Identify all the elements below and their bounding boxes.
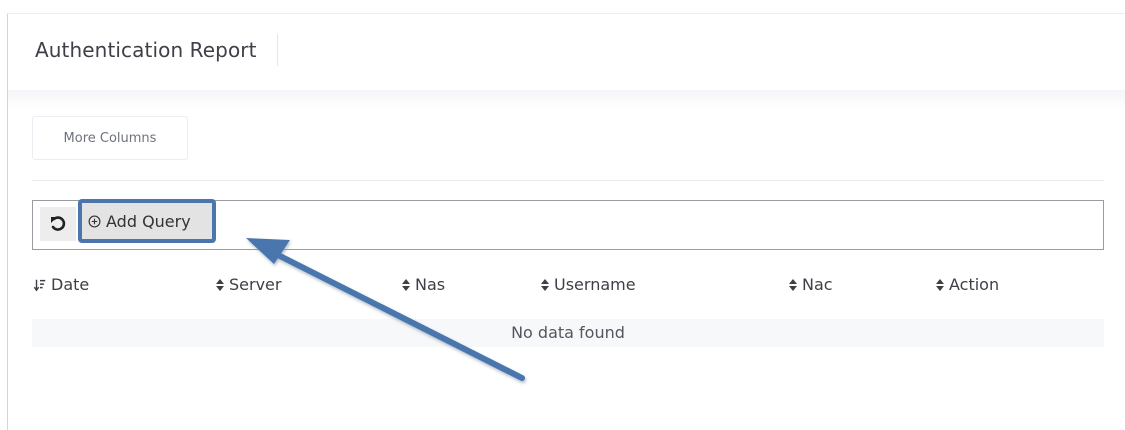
column-header-action[interactable]: Action xyxy=(935,273,999,297)
more-columns-button[interactable]: More Columns xyxy=(32,116,188,160)
add-query-button[interactable]: Add Query xyxy=(78,199,216,243)
column-label-server: Server xyxy=(229,275,282,294)
undo-icon xyxy=(51,216,66,231)
plus-circle-icon xyxy=(88,215,101,227)
sort-icon xyxy=(402,279,410,291)
sort-icon xyxy=(541,279,549,291)
reset-query-button[interactable] xyxy=(40,207,76,241)
sort-icon xyxy=(789,279,797,291)
column-label-nac: Nac xyxy=(802,275,833,294)
sort-icon xyxy=(936,279,944,291)
column-label-action: Action xyxy=(949,275,1000,294)
empty-table-row: No data found xyxy=(32,319,1104,347)
column-header-nas[interactable]: Nas xyxy=(401,273,445,297)
sort-icon xyxy=(216,279,224,291)
sort-desc-icon xyxy=(33,279,46,292)
header-shadow xyxy=(8,90,1125,110)
column-label-nas: Nas xyxy=(415,275,446,294)
column-header-nac[interactable]: Nac xyxy=(788,273,833,297)
column-label-username: Username xyxy=(554,275,636,294)
column-header-username[interactable]: Username xyxy=(540,273,636,297)
column-header-date[interactable]: Date xyxy=(33,273,89,297)
add-query-label: Add Query xyxy=(106,211,191,231)
section-divider xyxy=(32,180,1104,181)
column-label-date: Date xyxy=(51,275,90,294)
column-header-server[interactable]: Server xyxy=(215,273,281,297)
page-title: Authentication Report xyxy=(35,34,278,66)
